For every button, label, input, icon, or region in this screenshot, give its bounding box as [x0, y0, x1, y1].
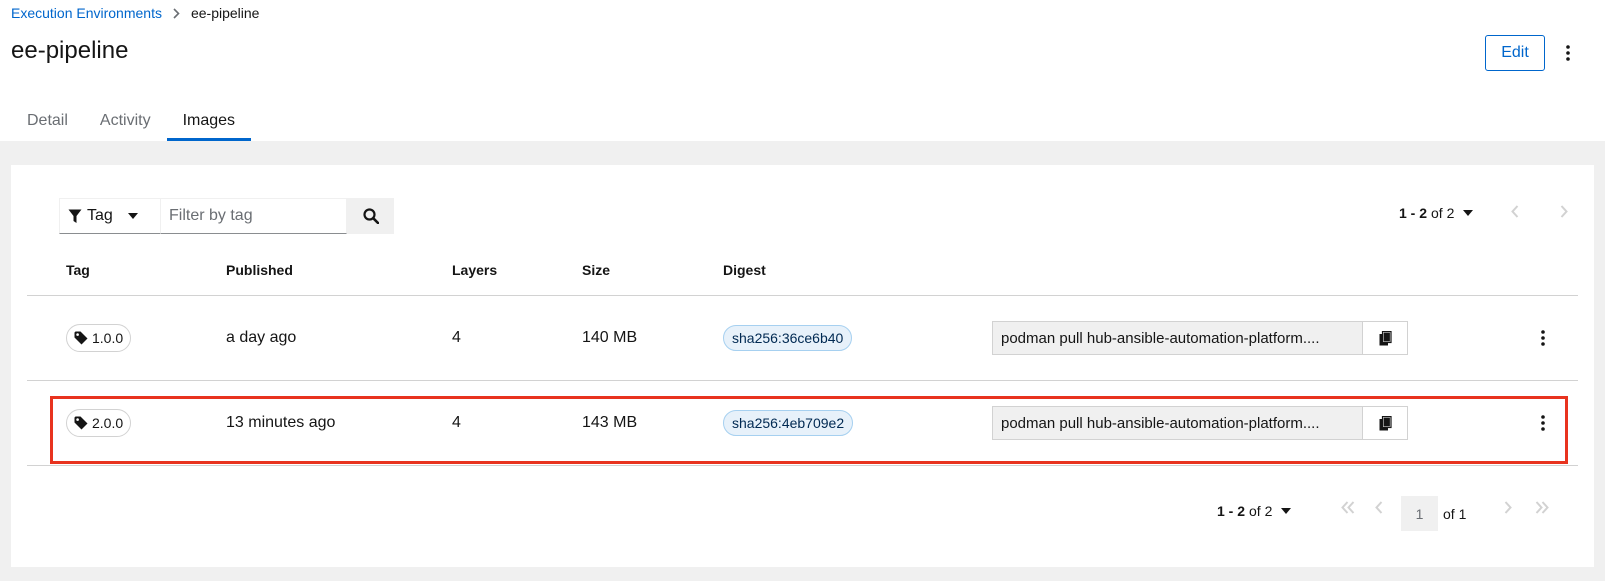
tab-images[interactable]: Images: [166, 104, 252, 141]
images-card: Tag 1 - 2 of 2 Tag Published Layers Size…: [11, 165, 1594, 567]
next-page-icon[interactable]: [1560, 205, 1568, 218]
edit-button[interactable]: Edit: [1485, 35, 1545, 71]
table-row: 1.0.0 a day ago 4 140 MB sha256:36ce6b40…: [27, 296, 1578, 380]
tab-detail[interactable]: Detail: [11, 104, 84, 141]
caret-down-icon: [1463, 210, 1474, 216]
column-header-digest: Digest: [723, 262, 766, 278]
column-header-published: Published: [226, 262, 293, 278]
breadcrumb-current: ee-pipeline: [190, 5, 260, 21]
tabs: Detail Activity Images: [11, 104, 252, 141]
tag-icon: [74, 331, 88, 345]
filter-tag-input[interactable]: [161, 198, 347, 234]
copy-icon: [1379, 330, 1392, 346]
pagination-range: 1 - 2: [1217, 503, 1246, 519]
previous-page-icon[interactable]: [1511, 205, 1519, 218]
tag-text: 1.0.0: [92, 330, 124, 346]
filter-toolbar: Tag: [59, 198, 394, 234]
search-button[interactable]: [347, 198, 394, 234]
caret-down-icon: [127, 213, 138, 219]
chevron-right-icon: [173, 7, 180, 19]
filter-attribute-dropdown[interactable]: Tag: [59, 198, 161, 234]
tag-text: 2.0.0: [92, 415, 124, 431]
digest-badge[interactable]: sha256:4eb709e2: [723, 410, 854, 436]
kebab-menu-icon[interactable]: [1560, 40, 1576, 66]
layers-cell: 4: [452, 329, 461, 346]
published-cell: a day ago: [226, 329, 297, 346]
page-number-input[interactable]: [1401, 496, 1438, 531]
row-actions-kebab-icon[interactable]: [1535, 410, 1551, 436]
pull-command-text[interactable]: podman pull hub-ansible-automation-platf…: [992, 321, 1362, 355]
layers-cell: 4: [452, 414, 461, 431]
page-header: Execution Environments ee-pipeline ee-pi…: [0, 0, 1605, 141]
caret-down-icon: [1281, 508, 1292, 514]
first-page-icon[interactable]: [1341, 501, 1355, 514]
last-page-icon[interactable]: [1535, 501, 1549, 514]
tag-label: 2.0.0: [66, 409, 132, 437]
column-header-tag: Tag: [66, 262, 90, 278]
breadcrumb-link-execution-environments[interactable]: Execution Environments: [11, 5, 162, 21]
search-icon: [362, 208, 379, 224]
filter-attribute-label: Tag: [87, 207, 113, 224]
digest-badge[interactable]: sha256:36ce6b40: [723, 325, 853, 351]
copy-button[interactable]: [1362, 406, 1408, 440]
copy-button[interactable]: [1362, 321, 1408, 355]
copy-icon: [1379, 415, 1392, 431]
pull-command-clipboard: podman pull hub-ansible-automation-platf…: [992, 321, 1408, 355]
tag-label: 1.0.0: [66, 324, 132, 352]
pull-command-clipboard: podman pull hub-ansible-automation-platf…: [992, 406, 1408, 440]
filter-icon: [68, 209, 82, 224]
tab-activity[interactable]: Activity: [84, 104, 167, 141]
page-count: of 1: [1443, 506, 1467, 522]
row-actions-kebab-icon[interactable]: [1535, 325, 1551, 351]
published-cell: 13 minutes ago: [226, 414, 336, 431]
page-title: ee-pipeline: [11, 37, 129, 64]
pagination-total: of 2: [1249, 503, 1273, 519]
pagination-range: 1 - 2: [1399, 205, 1428, 221]
size-cell: 140 MB: [582, 329, 638, 346]
pagination-total: of 2: [1431, 205, 1455, 221]
column-header-layers: Layers: [452, 262, 498, 278]
pagination-top[interactable]: 1 - 2 of 2: [1399, 205, 1474, 221]
pagination-bottom[interactable]: 1 - 2 of 2: [1217, 494, 1292, 528]
column-header-size: Size: [582, 262, 611, 278]
row-divider: [27, 465, 1578, 466]
table-row: 2.0.0 13 minutes ago 4 143 MB sha256:4eb…: [27, 381, 1578, 465]
breadcrumb: Execution Environments ee-pipeline: [11, 5, 259, 21]
previous-page-icon[interactable]: [1375, 501, 1383, 514]
tag-icon: [74, 416, 88, 430]
size-cell: 143 MB: [582, 414, 638, 431]
pull-command-text[interactable]: podman pull hub-ansible-automation-platf…: [992, 406, 1362, 440]
next-page-icon[interactable]: [1504, 501, 1512, 514]
